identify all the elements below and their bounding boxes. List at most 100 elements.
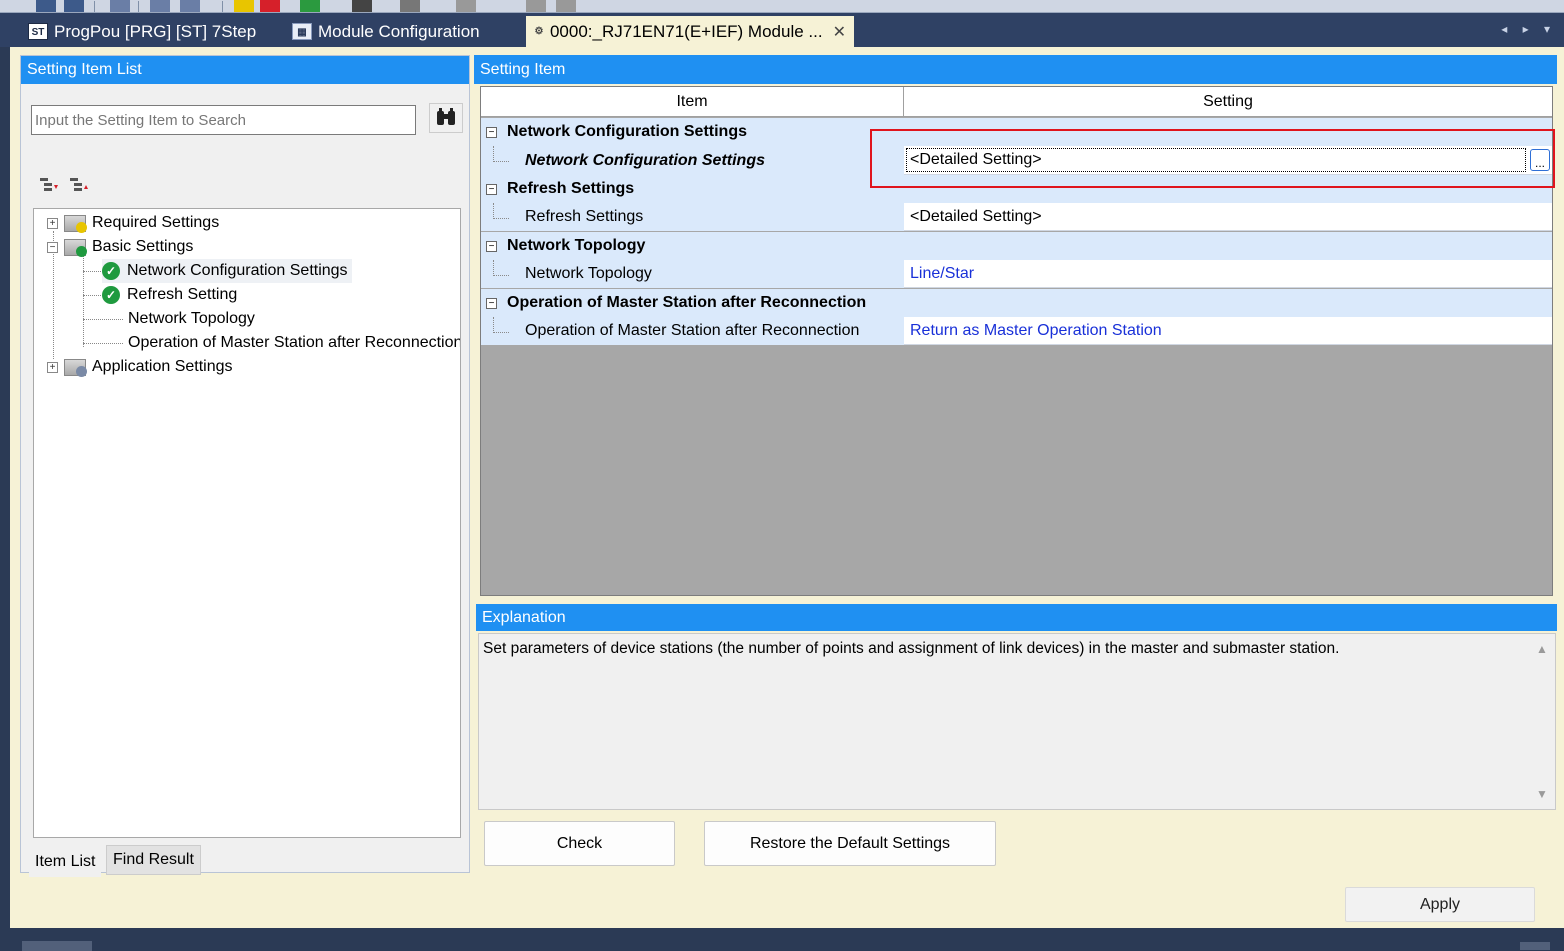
close-icon[interactable]: ✕ <box>833 22 846 42</box>
toolbar <box>0 0 1564 13</box>
setting-value: Return as Master Operation Station <box>910 321 1162 339</box>
setting-item-header: Setting Item <box>474 55 1557 84</box>
tree-item-application-settings[interactable]: + Application Settings <box>47 355 233 379</box>
expand-all-icon[interactable] <box>39 176 59 196</box>
vertical-scrollbar[interactable]: ▲ ▼ <box>1529 634 1555 809</box>
folder-icon <box>64 238 87 257</box>
tab-label: 0000:_RJ71EN71(E+IEF) Module ... <box>549 21 823 41</box>
search-button[interactable] <box>429 103 463 133</box>
tab-label: ProgPou [PRG] [ST] 7Step <box>54 21 257 41</box>
toolbar-button[interactable] <box>260 0 280 12</box>
folder-icon <box>64 214 87 233</box>
expand-icon[interactable]: + <box>47 217 58 229</box>
folder-icon <box>64 358 87 377</box>
tab-item-list[interactable]: Item List <box>29 847 102 877</box>
check-button[interactable]: Check <box>484 821 675 866</box>
tab-progpou[interactable]: ST ProgPou [PRG] [ST] 7Step <box>20 16 264 47</box>
tree-connector <box>83 319 123 320</box>
tree-connector <box>83 255 84 347</box>
group-row-operation-after-reconnection[interactable]: − Operation of Master Station after Recon… <box>481 289 1552 317</box>
item-label: Network Topology <box>525 265 652 282</box>
setting-item-tree: + Required Settings − Basic Settings ✓ N… <box>33 208 461 838</box>
tab-module-configuration[interactable]: ▦ Module Configuration <box>284 16 488 47</box>
toolbar-button[interactable] <box>64 0 84 12</box>
apply-button[interactable]: Apply <box>1345 887 1535 922</box>
collapse-icon[interactable]: − <box>486 240 497 252</box>
toolbar-separator <box>94 1 95 12</box>
tree-item-label: Application Settings <box>92 358 233 375</box>
group-label: Operation of Master Station after Reconn… <box>507 294 867 311</box>
toolbar-button[interactable] <box>556 0 576 12</box>
tab-bar-edge <box>0 13 20 47</box>
collapse-all-icon[interactable] <box>69 176 89 196</box>
tree-item-label: Refresh Setting <box>127 286 238 303</box>
check-icon: ✓ <box>102 262 120 280</box>
setting-value: Line/Star <box>910 264 975 282</box>
toolbar-button[interactable] <box>456 0 476 12</box>
tree-item-network-topology[interactable]: Network Topology <box>128 307 255 331</box>
collapse-icon[interactable]: − <box>486 183 497 195</box>
tree-connector <box>83 271 101 272</box>
setting-row-network-topology[interactable]: Network Topology Line/Star <box>481 260 1552 288</box>
setting-row-operation-after-reconnection[interactable]: Operation of Master Station after Reconn… <box>481 317 1552 345</box>
toolbar-button[interactable] <box>110 0 130 12</box>
search-input[interactable] <box>35 111 415 129</box>
tree-item-refresh-setting[interactable]: ✓ Refresh Setting <box>102 283 237 307</box>
column-header-item[interactable]: Item <box>481 87 904 116</box>
group-label: Network Configuration Settings <box>507 123 747 140</box>
setting-item-list-panel: Setting Item List + Required Set <box>20 55 470 877</box>
collapse-icon[interactable]: − <box>47 241 58 253</box>
search-field[interactable] <box>31 105 416 135</box>
toolbar-separator <box>138 1 139 12</box>
tree-toolbar <box>39 176 89 196</box>
toolbar-button[interactable] <box>36 0 56 12</box>
check-icon: ✓ <box>102 286 120 304</box>
group-label: Network Topology <box>507 237 646 254</box>
explanation-text: Set parameters of device stations (the n… <box>483 640 1340 657</box>
network-module-icon: ⚙ <box>534 23 544 40</box>
explanation-panel: Set parameters of device stations (the n… <box>478 633 1556 810</box>
expand-icon[interactable]: + <box>47 361 58 373</box>
tab-label: Module Configuration <box>318 21 480 41</box>
watch-window-label <box>22 941 92 951</box>
collapse-icon[interactable]: − <box>486 126 497 138</box>
item-label: Refresh Settings <box>525 208 644 225</box>
binoculars-icon <box>437 108 455 125</box>
tree-item-operation-after-reconnection[interactable]: Operation of Master Station after Reconn… <box>128 331 460 355</box>
toolbar-button[interactable] <box>180 0 200 12</box>
item-label: Operation of Master Station after Reconn… <box>525 322 860 339</box>
tree-item-label: Network Topology <box>128 310 255 327</box>
tree-item-label: Operation of Master Station after Reconn… <box>128 334 460 351</box>
watch-window-title-bar <box>10 928 1564 951</box>
tree-item-label: Network Configuration Settings <box>127 262 348 279</box>
tree-item-label: Basic Settings <box>92 238 194 255</box>
setting-row-refresh-settings[interactable]: Refresh Settings <Detailed Setting> <box>481 203 1552 231</box>
tree-item-basic-settings[interactable]: − Basic Settings <box>47 235 193 259</box>
toolbar-button[interactable] <box>150 0 170 12</box>
module-configuration-icon: ▦ <box>292 23 312 40</box>
tree-item-network-configuration-settings[interactable]: ✓ Network Configuration Settings <box>102 259 352 283</box>
setting-value: <Detailed Setting> <box>910 207 1042 225</box>
selection-highlight-box <box>870 129 1555 188</box>
scroll-up-icon[interactable]: ▲ <box>1536 642 1548 656</box>
tab-module-parameter[interactable]: ⚙ 0000:_RJ71EN71(E+IEF) Module ... ✕ <box>526 16 854 47</box>
tab-scroll-arrows-icon[interactable]: ◂ ▸ ▾ <box>1501 22 1556 36</box>
tab-find-result[interactable]: Find Result <box>106 845 201 875</box>
window-left-border <box>0 47 10 939</box>
pin-icon[interactable] <box>1520 942 1550 950</box>
toolbar-button[interactable] <box>234 0 254 12</box>
tree-item-required-settings[interactable]: + Required Settings <box>47 211 219 235</box>
column-header-setting[interactable]: Setting <box>904 87 1552 116</box>
explanation-header: Explanation <box>476 604 1557 631</box>
group-row-network-topology[interactable]: − Network Topology <box>481 232 1552 260</box>
toolbar-button[interactable] <box>400 0 420 12</box>
toolbar-button[interactable] <box>300 0 320 12</box>
restore-default-settings-button[interactable]: Restore the Default Settings <box>704 821 996 866</box>
toolbar-button[interactable] <box>526 0 546 12</box>
toolbar-separator <box>222 1 223 12</box>
toolbar-button[interactable] <box>352 0 372 12</box>
setting-item-list-header: Setting Item List <box>21 56 469 84</box>
group-label: Refresh Settings <box>507 180 635 197</box>
scroll-down-icon[interactable]: ▼ <box>1536 787 1548 801</box>
collapse-icon[interactable]: − <box>486 297 497 309</box>
